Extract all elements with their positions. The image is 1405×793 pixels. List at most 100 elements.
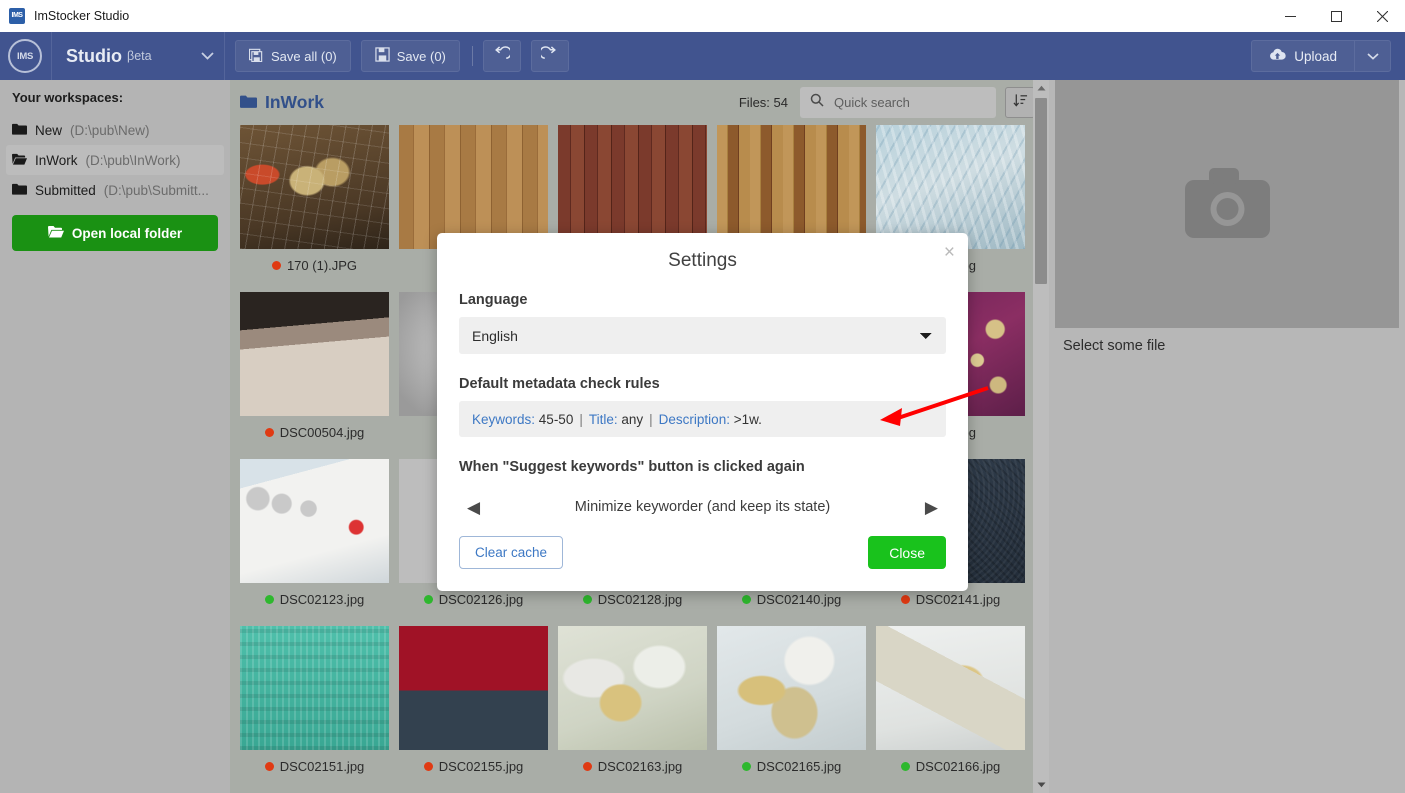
scrollbar-thumb[interactable]	[1035, 98, 1047, 284]
file-thumbnail[interactable]	[558, 292, 707, 416]
file-tile[interactable]: DSC02128.jpg	[558, 459, 707, 616]
file-tile[interactable]: DSC02166.jpg	[876, 626, 1025, 783]
sort-button[interactable]	[1005, 87, 1035, 118]
file-tile[interactable]: DSC02155.jpg	[399, 626, 548, 783]
folder-icon	[12, 183, 27, 198]
chevron-down-icon	[1366, 52, 1379, 60]
sidebar-item-path: (D:\pub\InWork)	[85, 152, 181, 168]
file-tile[interactable]: DSC02163.jpg	[558, 626, 707, 783]
file-thumbnail[interactable]	[717, 459, 866, 583]
file-thumbnail[interactable]	[717, 125, 866, 249]
open-local-folder-label: Open local folder	[71, 225, 183, 241]
file-tile[interactable]: 170 (1).JPG	[240, 125, 389, 282]
file-label: 170 (1).JPG	[240, 249, 389, 282]
file-tile[interactable]: DSC02165.jpg	[717, 626, 866, 783]
file-thumbnail[interactable]	[558, 626, 707, 750]
product-name: Studio	[66, 45, 122, 66]
upload-button[interactable]: Upload	[1251, 40, 1354, 72]
file-label: DSC02140.jpg	[717, 583, 866, 616]
file-label: DSC02141.jpg	[876, 583, 1025, 616]
file-thumbnail[interactable]	[399, 125, 548, 249]
file-tile[interactable]	[717, 292, 866, 449]
status-dot	[900, 762, 910, 771]
file-thumbnail[interactable]	[399, 459, 548, 583]
file-tile[interactable]: DSC02141.jpg	[876, 459, 1025, 616]
save-label: Save (0)	[396, 48, 446, 64]
file-label: DSC00504.jpg	[240, 416, 389, 449]
app-toolbar: IMS Studio βeta Save all (0) Save (0) Up…	[0, 32, 1405, 80]
current-folder: InWork	[240, 92, 324, 113]
sidebar-item-new[interactable]: New (D:\pub\New)	[6, 115, 224, 145]
file-tile[interactable]	[558, 292, 707, 449]
file-name: DSC02140.jpg	[756, 592, 842, 607]
file-name: … 47.jpg	[924, 425, 977, 440]
minimize-button[interactable]	[1267, 0, 1313, 32]
file-label: DSC02151.jpg	[240, 750, 389, 783]
file-tile[interactable]: DSC02123.jpg	[240, 459, 389, 616]
product-selector[interactable]: Studio βeta	[51, 32, 225, 80]
sidebar-item-submitted[interactable]: Submitted (D:\pub\Submitt...	[6, 175, 224, 205]
file-grid-scrollbar[interactable]	[1033, 80, 1049, 793]
file-tile[interactable]: DSC02151.jpg	[240, 626, 389, 783]
file-tile[interactable]: DSC02126.jpg	[399, 459, 548, 616]
file-tile[interactable]: … 47.jpg	[876, 292, 1025, 449]
file-thumbnail[interactable]	[876, 459, 1025, 583]
preview-placeholder	[1055, 80, 1399, 328]
file-thumbnail[interactable]	[240, 292, 389, 416]
status-dot	[264, 428, 274, 437]
save-button[interactable]: Save (0)	[360, 40, 460, 72]
file-label: … 00.jpg	[876, 249, 1025, 282]
file-label: … 47.jpg	[876, 416, 1025, 449]
file-name: DSC02163.jpg	[597, 759, 683, 774]
file-thumbnail[interactable]	[876, 626, 1025, 750]
file-tile[interactable]	[717, 125, 866, 282]
file-tile[interactable]	[399, 125, 548, 282]
file-label: DSC02166.jpg	[876, 750, 1025, 783]
file-thumbnail[interactable]	[717, 292, 866, 416]
file-thumbnail[interactable]	[876, 125, 1025, 249]
preview-panel: Select some file	[1049, 80, 1405, 793]
scroll-down-button[interactable]	[1033, 777, 1049, 793]
files-count: Files: 54	[738, 95, 788, 110]
close-button[interactable]	[1359, 0, 1405, 32]
upload-button-group: Upload	[1251, 40, 1391, 72]
file-tile[interactable]: … 00.jpg	[876, 125, 1025, 282]
toolbar-divider	[471, 46, 473, 66]
quick-search[interactable]	[800, 87, 996, 118]
file-thumbnail[interactable]	[558, 125, 707, 249]
file-thumbnail[interactable]	[240, 459, 389, 583]
file-tile[interactable]: DSC02140.jpg	[717, 459, 866, 616]
file-thumbnail[interactable]	[399, 626, 548, 750]
undo-button[interactable]	[482, 40, 521, 72]
current-folder-label: InWork	[265, 92, 324, 112]
file-label	[558, 249, 707, 282]
scroll-up-button[interactable]	[1033, 80, 1049, 96]
file-name: … 00.jpg	[924, 258, 977, 273]
file-name: DSC02128.jpg	[597, 592, 683, 607]
preview-empty-text: Select some file	[1063, 338, 1166, 354]
save-all-button[interactable]: Save all (0)	[235, 40, 351, 72]
file-browser-header: InWork Files: 54	[230, 80, 1049, 125]
open-local-folder-button[interactable]: Open local folder	[12, 215, 218, 251]
search-input[interactable]	[832, 94, 986, 111]
file-thumbnail[interactable]	[876, 292, 1025, 416]
file-tile[interactable]: DSC00504.jpg	[240, 292, 389, 449]
redo-button[interactable]	[530, 40, 569, 72]
file-thumbnail[interactable]	[240, 626, 389, 750]
file-label: DSC02128.jpg	[558, 583, 707, 616]
file-tile[interactable]	[399, 292, 548, 449]
sort-descending-icon	[1012, 93, 1028, 113]
sidebar-item-inwork[interactable]: InWork (D:\pub\InWork)	[6, 145, 224, 175]
file-thumbnail[interactable]	[240, 125, 389, 249]
file-thumbnail[interactable]	[399, 292, 548, 416]
status-dot	[264, 762, 274, 771]
folder-open-icon	[12, 153, 27, 168]
file-thumbnail[interactable]	[558, 459, 707, 583]
file-tile[interactable]	[558, 125, 707, 282]
status-dot	[741, 762, 751, 771]
status-dot	[900, 595, 910, 604]
maximize-button[interactable]	[1313, 0, 1359, 32]
upload-dropdown-button[interactable]	[1354, 40, 1391, 72]
file-grid-scroll[interactable]: 170 (1).JPG … 00.jpg DSC00504.jpg … 47.jpg D…	[230, 125, 1033, 793]
file-thumbnail[interactable]	[717, 626, 866, 750]
